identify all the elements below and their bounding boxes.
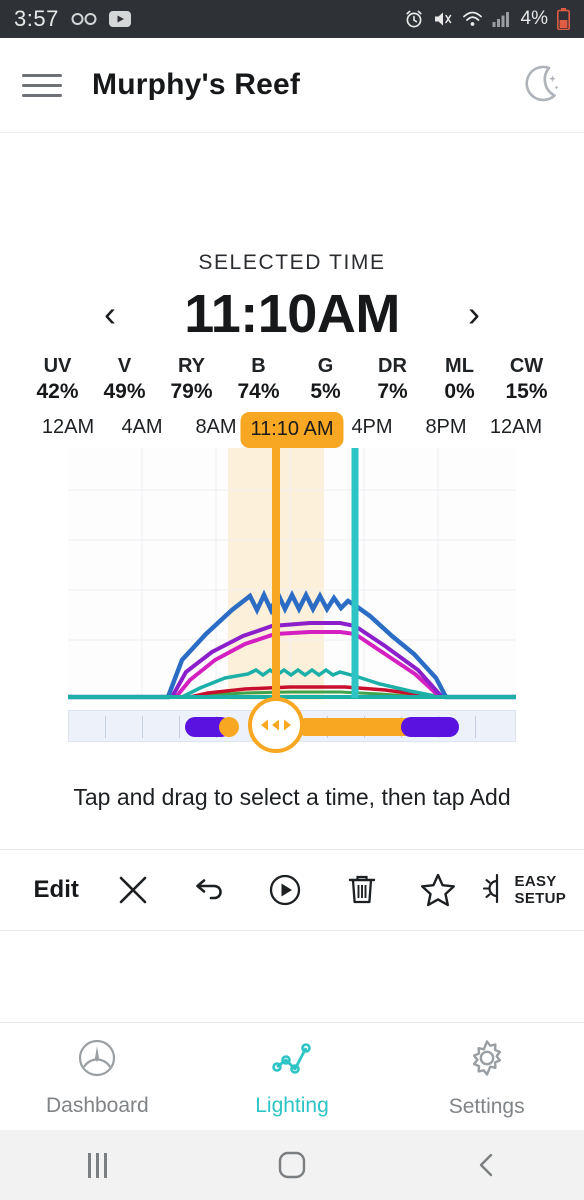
channel-name: B xyxy=(251,355,266,377)
easy-setup-line1: EASY xyxy=(514,872,557,890)
channel-value: 74% xyxy=(237,380,280,403)
selected-time-label: SELECTED TIME xyxy=(198,251,386,274)
channel-value: 5% xyxy=(310,380,341,403)
channel-ry[interactable]: RY 79% xyxy=(158,355,225,404)
undo-icon[interactable] xyxy=(171,875,247,905)
app-bar: Murphy's Reef xyxy=(0,38,584,133)
android-nav-bar xyxy=(0,1130,584,1200)
channel-ml[interactable]: ML 0% xyxy=(426,355,493,404)
channel-v[interactable]: V 49% xyxy=(91,355,158,404)
easy-setup-line2: SETUP xyxy=(514,890,567,907)
timeline-tick xyxy=(179,716,180,738)
nav-lighting[interactable]: Lighting xyxy=(195,1036,390,1118)
channel-value: 42% xyxy=(36,380,79,403)
hint-text: Tap and drag to select a time, then tap … xyxy=(73,784,511,810)
timeline-marker-sunrise-dot[interactable] xyxy=(219,717,239,737)
channel-name: ML xyxy=(445,355,474,377)
recents-icon[interactable] xyxy=(0,1152,195,1178)
nav-label: Dashboard xyxy=(45,1093,149,1117)
edit-text: Edit xyxy=(33,876,79,903)
edit-label[interactable]: Edit xyxy=(18,876,94,904)
hamburger-menu-icon[interactable] xyxy=(22,73,62,97)
trash-icon[interactable] xyxy=(324,872,400,908)
channel-name: G xyxy=(317,355,334,377)
moon-icon[interactable] xyxy=(516,60,562,111)
chart-plot-area[interactable] xyxy=(0,448,584,706)
youtube-icon xyxy=(108,11,131,27)
timeline-tick xyxy=(105,716,106,738)
timeline-tick xyxy=(142,716,143,738)
channel-g[interactable]: G 5% xyxy=(292,355,359,404)
channel-name: RY xyxy=(177,355,206,377)
nav-dashboard[interactable]: Dashboard xyxy=(0,1036,195,1118)
edit-toolbar: Edit EASY SETUP xyxy=(0,850,584,930)
timeline-marker-daylight[interactable] xyxy=(297,718,415,736)
lighting-chart[interactable]: 12AM 4AM 8AM 4PM 8PM 12AM 11:10 AM xyxy=(0,412,584,716)
drag-left-right-icon[interactable] xyxy=(248,697,304,753)
battery-icon xyxy=(557,8,570,30)
page-title: Murphy's Reef xyxy=(92,68,301,101)
chart-svg xyxy=(68,448,516,700)
line-chart-icon xyxy=(268,1036,316,1085)
channel-values: UV 42% V 49% RY 79% B 74% G 5% DR 7% ML … xyxy=(24,355,560,404)
channel-b[interactable]: B 74% xyxy=(225,355,292,404)
channel-uv[interactable]: UV 42% xyxy=(24,355,91,404)
channel-dr[interactable]: DR 7% xyxy=(359,355,426,404)
close-icon[interactable] xyxy=(94,873,170,907)
status-bar: 3:57 4% xyxy=(0,0,584,38)
signal-icon xyxy=(492,10,512,28)
xtick-4: 8PM xyxy=(425,416,467,438)
back-icon[interactable] xyxy=(389,1151,584,1179)
app-screen: 3:57 4% Murphy's Reef SELECTED TIME ‹ 11… xyxy=(0,0,584,1200)
status-time: 3:57 xyxy=(14,6,59,31)
bottom-nav: Dashboard Lighting Settings xyxy=(0,1022,584,1130)
mute-icon xyxy=(433,9,453,29)
star-icon[interactable] xyxy=(400,872,476,908)
xtick-3: 4PM xyxy=(351,416,393,438)
xtick-2: 8AM xyxy=(195,416,237,438)
xtick-1: 4AM xyxy=(121,416,163,438)
easy-setup-label: EASY SETUP xyxy=(515,873,567,908)
timeline-marker-sunset[interactable] xyxy=(401,717,459,737)
timeline-tick xyxy=(475,716,476,738)
easy-setup-button[interactable]: EASY SETUP xyxy=(477,871,567,910)
channel-value: 49% xyxy=(103,380,146,403)
xtick-5: 12AM xyxy=(489,416,543,438)
voicemail-icon xyxy=(71,12,97,26)
nav-label: Settings xyxy=(448,1094,525,1118)
chevron-left-icon[interactable]: ‹ xyxy=(78,293,142,335)
channel-name: DR xyxy=(378,355,407,377)
selected-time-row: ‹ 11:10AM › xyxy=(0,283,584,345)
channel-name: UV xyxy=(43,355,72,377)
channel-value: 15% xyxy=(505,380,548,403)
brightness-icon xyxy=(477,871,507,910)
home-icon[interactable] xyxy=(195,1151,390,1179)
selected-time-value: 11:10AM xyxy=(184,284,400,344)
channel-value: 79% xyxy=(170,380,213,403)
chevron-right-icon[interactable]: › xyxy=(442,293,506,335)
alarm-icon xyxy=(404,9,424,29)
selected-time-badge: 11:10 AM xyxy=(240,412,344,448)
nav-settings[interactable]: Settings xyxy=(389,1035,584,1119)
play-icon[interactable] xyxy=(247,872,323,908)
xtick-0: 12AM xyxy=(41,416,95,438)
channel-cw[interactable]: CW 15% xyxy=(493,355,560,404)
wifi-icon xyxy=(462,10,483,28)
channel-value: 7% xyxy=(377,380,408,403)
toolbar-divider-bottom xyxy=(0,930,584,931)
gear-icon xyxy=(464,1035,510,1086)
channel-name: CW xyxy=(509,355,544,377)
channel-name: V xyxy=(117,355,132,377)
channel-value: 0% xyxy=(444,380,475,403)
nav-label: Lighting xyxy=(255,1093,329,1117)
gauge-icon xyxy=(75,1036,119,1085)
battery-percent: 4% xyxy=(520,8,548,29)
chart-x-axis: 12AM 4AM 8AM 4PM 8PM 12AM 11:10 AM xyxy=(16,412,568,448)
